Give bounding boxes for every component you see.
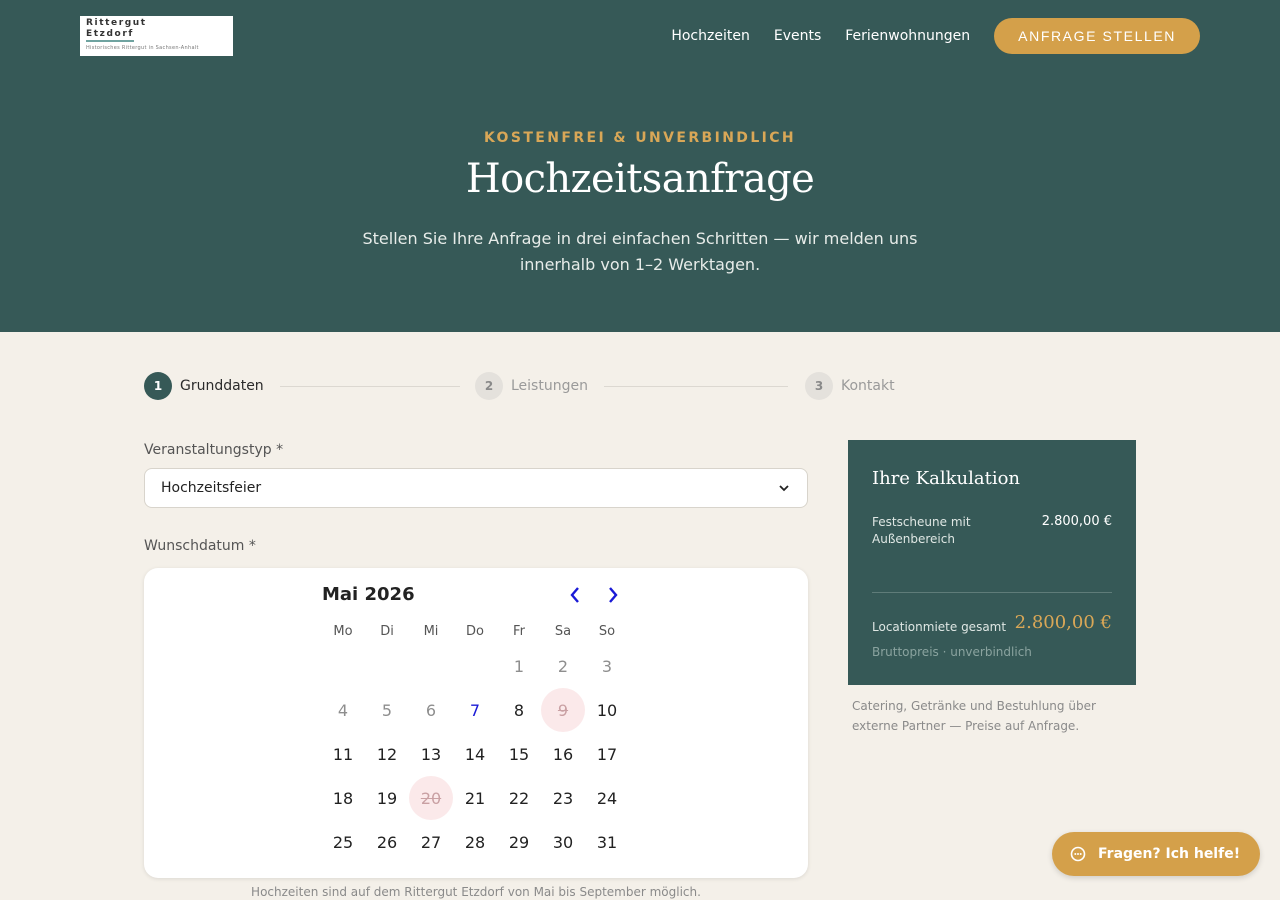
calendar-day[interactable]: 30 [541, 820, 585, 864]
step-grunddaten[interactable]: 1 Grunddaten [144, 372, 264, 400]
calendar-day[interactable]: 10 [585, 688, 629, 732]
calendar-day[interactable]: 25 [321, 820, 365, 864]
calendar-day[interactable]: 15 [497, 732, 541, 776]
hero-eyebrow: KOSTENFREI & UNVERBINDLICH [483, 130, 797, 146]
calendar-day: 4 [337, 700, 349, 720]
calendar-day[interactable]: 18 [321, 776, 365, 820]
step-number: 3 [805, 372, 833, 400]
calendar-day: 1 [513, 656, 525, 676]
step-number: 2 [475, 372, 503, 400]
event-type-value: Hochzeitsfeier [161, 480, 262, 496]
calendar-day[interactable]: 26 [365, 820, 409, 864]
hero-section: Rittergut Etzdorf Historisches Rittergut… [0, 0, 1280, 332]
total-note: Bruttopreis · unverbindlich [872, 645, 1032, 659]
calendar-day: 5 [381, 700, 393, 720]
logo-tagline: Historisches Rittergut in Sachsen-Anhalt [86, 45, 199, 51]
calculation-title: Ihre Kalkulation [872, 468, 1021, 489]
total-label: Locationmiete gesamt [872, 620, 1007, 634]
chevron-down-icon [777, 481, 791, 495]
calendar-day[interactable]: 16 [541, 732, 585, 776]
calendar-note: Hochzeiten sind auf dem Rittergut Etzdor… [251, 885, 701, 899]
event-type-label: Veranstaltungstyp * [144, 442, 284, 458]
calendar-day[interactable]: 12 [365, 732, 409, 776]
chevron-right-icon[interactable] [601, 582, 625, 608]
step-connector [604, 386, 788, 387]
calendar-day[interactable]: 27 [409, 820, 453, 864]
step-label: Kontakt [841, 378, 895, 394]
calendar-day-blocked: 9 [541, 688, 585, 732]
weekday-header: Mi [423, 624, 439, 639]
calendar-day[interactable]: 19 [365, 776, 409, 820]
line-item-name: Festscheune mit Außenbereich [872, 515, 971, 546]
calendar-day[interactable]: 21 [453, 776, 497, 820]
step-kontakt[interactable]: 3 Kontakt [805, 372, 895, 400]
calendar-day[interactable]: 29 [497, 820, 541, 864]
calendar-day[interactable]: 23 [541, 776, 585, 820]
help-label: Fragen? Ich helfe! [1098, 846, 1241, 862]
logo[interactable]: Rittergut Etzdorf Historisches Rittergut… [80, 16, 233, 56]
weekday-header: Mo [333, 624, 353, 639]
calendar-day[interactable]: 8 [497, 688, 541, 732]
help-chat-button[interactable]: Fragen? Ich helfe! [1052, 832, 1260, 876]
weekday-header: Di [380, 624, 394, 639]
calculation-card: Ihre Kalkulation Festscheune mit Außenbe… [848, 440, 1136, 685]
step-label: Grunddaten [180, 378, 264, 394]
page-title: Hochzeitsanfrage [465, 156, 815, 202]
divider [872, 592, 1112, 593]
nav-link-hochzeiten[interactable]: Hochzeiten [671, 28, 750, 44]
calendar-day[interactable]: 24 [585, 776, 629, 820]
logo-name-line1: Rittergut [86, 18, 147, 28]
calendar-day-blocked: 20 [409, 776, 453, 820]
nav-link-ferienwohnungen[interactable]: Ferienwohnungen [845, 28, 970, 44]
calendar-day[interactable]: 22 [497, 776, 541, 820]
weekday-header: Sa [554, 624, 572, 639]
weekday-header: Fr [513, 624, 525, 639]
hero-subtitle: Stellen Sie Ihre Anfrage in drei einfach… [340, 226, 940, 278]
calendar-day[interactable]: 31 [585, 820, 629, 864]
step-leistungen[interactable]: 2 Leistungen [475, 372, 588, 400]
total-value: 2.800,00 € [1014, 612, 1112, 633]
main-nav: Hochzeiten Events Ferienwohnungen ANFRAG… [671, 18, 1200, 54]
progress-stepper: 1 Grunddaten 2 Leistungen 3 Kontakt [144, 372, 904, 400]
date-label: Wunschdatum * [144, 538, 256, 554]
logo-name-line2: Etzdorf [86, 29, 134, 42]
calculation-footnote: Catering, Getränke und Bestuhlung über e… [852, 699, 1096, 733]
calendar-day: 3 [601, 656, 613, 676]
weekday-header: Do [466, 624, 484, 639]
hero-subtitle-line1: Stellen Sie Ihre Anfrage in drei einfach… [362, 229, 918, 248]
step-number: 1 [144, 372, 172, 400]
weekday-header: So [598, 624, 616, 639]
calendar-day: 6 [425, 700, 437, 720]
calendar-day[interactable]: 28 [453, 820, 497, 864]
calendar-day[interactable]: 14 [453, 732, 497, 776]
calendar-month-label: Mai 2026 [322, 584, 415, 605]
calendar-day[interactable]: 11 [321, 732, 365, 776]
step-label: Leistungen [511, 378, 588, 394]
chevron-left-icon[interactable] [563, 582, 587, 608]
calendar-day[interactable]: 17 [585, 732, 629, 776]
date-picker: Mai 2026 Mo Di Mi Do Fr Sa So 1 2 3 4 5 6 7 8 9 10 11 12 13… [144, 568, 808, 878]
calendar-day[interactable]: 7 [453, 688, 497, 732]
event-type-select[interactable]: Hochzeitsfeier [144, 468, 808, 508]
nav-link-events[interactable]: Events [774, 28, 821, 44]
calendar-day[interactable]: 13 [409, 732, 453, 776]
step-connector [280, 386, 460, 387]
calendar-day: 2 [557, 656, 569, 676]
chat-bubble-icon [1070, 846, 1086, 862]
request-cta-button[interactable]: ANFRAGE STELLEN [994, 18, 1200, 54]
line-item-price: 2.800,00 € [1041, 514, 1112, 529]
hero-subtitle-line2: innerhalb von 1–2 Werktagen. [519, 255, 761, 274]
